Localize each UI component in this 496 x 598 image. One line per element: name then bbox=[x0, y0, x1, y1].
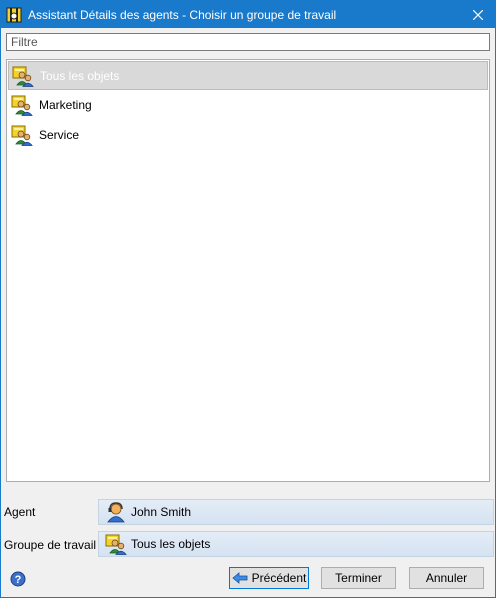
workgroup-icon bbox=[11, 94, 33, 116]
cancel-button[interactable]: Annuler bbox=[409, 567, 484, 589]
agent-field[interactable]: John Smith bbox=[98, 499, 494, 525]
button-bar: ? Précédent Terminer Annuler bbox=[1, 561, 495, 597]
agent-value: John Smith bbox=[131, 505, 192, 519]
previous-button-label: Précédent bbox=[251, 571, 307, 585]
wizard-icon bbox=[6, 7, 22, 22]
list-item-tous-les-objets[interactable]: Tous les objets bbox=[8, 61, 488, 90]
close-icon bbox=[473, 9, 483, 20]
agent-headset-icon bbox=[107, 502, 125, 523]
arrow-left-icon bbox=[232, 572, 248, 584]
workgroup-list: Tous les objets Marketing Service bbox=[6, 59, 490, 482]
list-item-marketing[interactable]: Marketing bbox=[7, 90, 489, 120]
finish-button-label: Terminer bbox=[335, 571, 382, 585]
svg-text:?: ? bbox=[15, 574, 22, 586]
wizard-window: Assistant Détails des agents - Choisir u… bbox=[0, 0, 496, 598]
workgroup-row: Groupe de travail Tous les objets bbox=[1, 531, 495, 558]
workgroup-icon bbox=[12, 65, 34, 87]
previous-button[interactable]: Précédent bbox=[229, 567, 309, 589]
filter-input[interactable] bbox=[6, 33, 490, 51]
agent-row: Agent John Smith bbox=[1, 498, 495, 525]
list-item-label: Marketing bbox=[39, 98, 92, 112]
workgroup-field[interactable]: Tous les objets bbox=[98, 531, 494, 557]
list-item-label: Service bbox=[39, 128, 80, 142]
title-bar: Assistant Détails des agents - Choisir u… bbox=[1, 1, 495, 28]
window-title: Assistant Détails des agents - Choisir u… bbox=[28, 7, 337, 22]
list-item-service[interactable]: Service bbox=[7, 120, 489, 150]
finish-button[interactable]: Terminer bbox=[321, 567, 396, 589]
cancel-button-label: Annuler bbox=[425, 571, 468, 585]
workgroup-icon bbox=[11, 124, 33, 146]
workgroup-icon bbox=[105, 533, 127, 555]
workgroup-label: Groupe de travail bbox=[4, 537, 97, 552]
help-icon[interactable]: ? bbox=[10, 571, 26, 587]
close-button[interactable] bbox=[461, 1, 495, 28]
agent-label: Agent bbox=[4, 504, 36, 519]
workgroup-value: Tous les objets bbox=[131, 537, 211, 551]
list-item-label: Tous les objets bbox=[40, 68, 120, 83]
